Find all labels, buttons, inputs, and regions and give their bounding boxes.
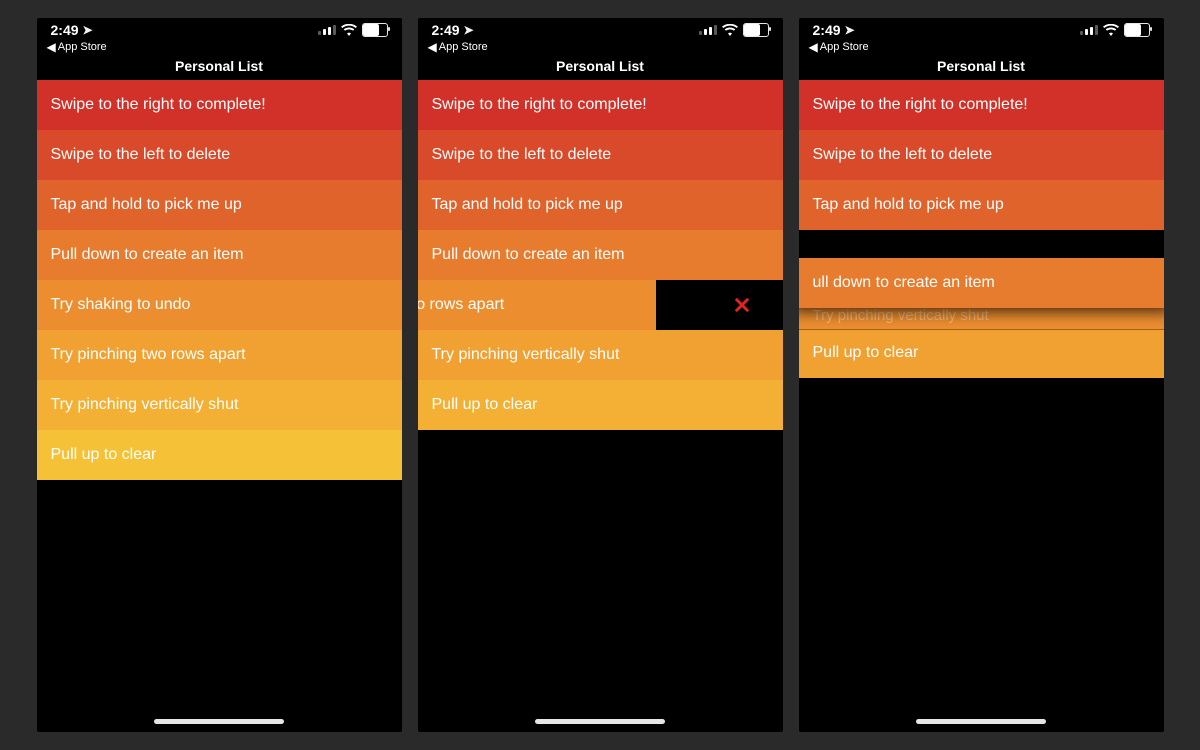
list-item[interactable]: Tap and hold to pick me up xyxy=(37,180,402,230)
back-label: App Store xyxy=(439,41,488,53)
list-item[interactable]: Pull down to create an item xyxy=(418,230,783,280)
list-item-swiping[interactable]: ching two rows apart xyxy=(418,280,783,330)
signal-icon xyxy=(1080,25,1098,35)
signal-icon xyxy=(699,25,717,35)
list-item[interactable]: Swipe to the left to delete xyxy=(799,130,1164,180)
battery-icon xyxy=(362,23,388,37)
back-label: App Store xyxy=(820,41,869,53)
list-item[interactable]: Try pinching vertically shut xyxy=(37,380,402,430)
list-item[interactable]: Swipe to the right to complete! xyxy=(418,80,783,130)
status-time: 2:49 ➤ xyxy=(432,22,474,38)
home-indicator[interactable] xyxy=(916,719,1046,724)
page-title: Personal List xyxy=(37,56,402,80)
battery-icon xyxy=(1124,23,1150,37)
list-item[interactable]: Try pinching vertically shut xyxy=(418,330,783,380)
list-item[interactable]: Swipe to the right to complete! xyxy=(37,80,402,130)
wifi-icon xyxy=(722,24,738,36)
phone-panel-b: 2:49 ➤ ◀App Store Personal List Swipe to… xyxy=(418,18,783,732)
status-bar: 2:49 ➤ xyxy=(418,18,783,40)
phone-panel-a: 2:49 ➤ ◀App Store Personal List Swipe to… xyxy=(37,18,402,732)
wifi-icon xyxy=(1103,24,1119,36)
status-right xyxy=(699,23,769,37)
delete-button[interactable] xyxy=(702,280,782,330)
list-item[interactable]: Try pinching two rows apart xyxy=(37,330,402,380)
todo-list[interactable]: Swipe to the right to complete! Swipe to… xyxy=(799,80,1164,440)
list-item[interactable]: Swipe to the right to complete! xyxy=(799,80,1164,130)
back-to-appstore[interactable]: ◀App Store xyxy=(799,40,1164,56)
status-time: 2:49 ➤ xyxy=(813,22,855,38)
signal-icon xyxy=(318,25,336,35)
battery-icon xyxy=(743,23,769,37)
clock-label: 2:49 xyxy=(432,22,460,38)
chevron-left-icon: ◀ xyxy=(809,40,818,54)
todo-list[interactable]: Swipe to the right to complete! Swipe to… xyxy=(37,80,402,480)
status-time: 2:49 ➤ xyxy=(51,22,93,38)
list-item[interactable]: Tap and hold to pick me up xyxy=(799,180,1164,230)
status-bar: 2:49 ➤ xyxy=(37,18,402,40)
list-item[interactable]: Pull up to clear xyxy=(418,380,783,430)
chevron-left-icon: ◀ xyxy=(47,40,56,54)
chevron-left-icon: ◀ xyxy=(428,40,437,54)
location-icon: ➤ xyxy=(83,23,93,37)
todo-list[interactable]: Swipe to the right to complete! Swipe to… xyxy=(418,80,783,430)
back-label: App Store xyxy=(58,41,107,53)
list-item[interactable]: Tap and hold to pick me up xyxy=(418,180,783,230)
page-title: Personal List xyxy=(418,56,783,80)
screenshot-triptych: 2:49 ➤ ◀App Store Personal List Swipe to… xyxy=(0,0,1200,750)
back-to-appstore[interactable]: ◀App Store xyxy=(37,40,402,56)
list-item[interactable]: Pull up to clear xyxy=(37,430,402,480)
list-item[interactable]: Pull up to clear xyxy=(799,328,1164,378)
status-right xyxy=(318,23,388,37)
wifi-icon xyxy=(341,24,357,36)
reorder-gap xyxy=(799,230,1164,252)
list-item-dragging[interactable]: ull down to create an item xyxy=(799,258,1164,308)
list-item[interactable]: Pull down to create an item xyxy=(37,230,402,280)
home-indicator[interactable] xyxy=(535,719,665,724)
location-icon: ➤ xyxy=(464,23,474,37)
list-item-content[interactable]: ching two rows apart xyxy=(418,280,657,330)
status-bar: 2:49 ➤ xyxy=(799,18,1164,40)
back-to-appstore[interactable]: ◀App Store xyxy=(418,40,783,56)
location-icon: ➤ xyxy=(845,23,855,37)
list-item[interactable]: Swipe to the left to delete xyxy=(37,130,402,180)
list-item[interactable]: Try shaking to undo xyxy=(37,280,402,330)
clock-label: 2:49 xyxy=(51,22,79,38)
status-right xyxy=(1080,23,1150,37)
list-item[interactable]: Swipe to the left to delete xyxy=(418,130,783,180)
phone-panel-c: 2:49 ➤ ◀App Store Personal List Swipe to… xyxy=(799,18,1164,732)
clock-label: 2:49 xyxy=(813,22,841,38)
home-indicator[interactable] xyxy=(154,719,284,724)
close-icon xyxy=(733,296,751,314)
page-title: Personal List xyxy=(799,56,1164,80)
